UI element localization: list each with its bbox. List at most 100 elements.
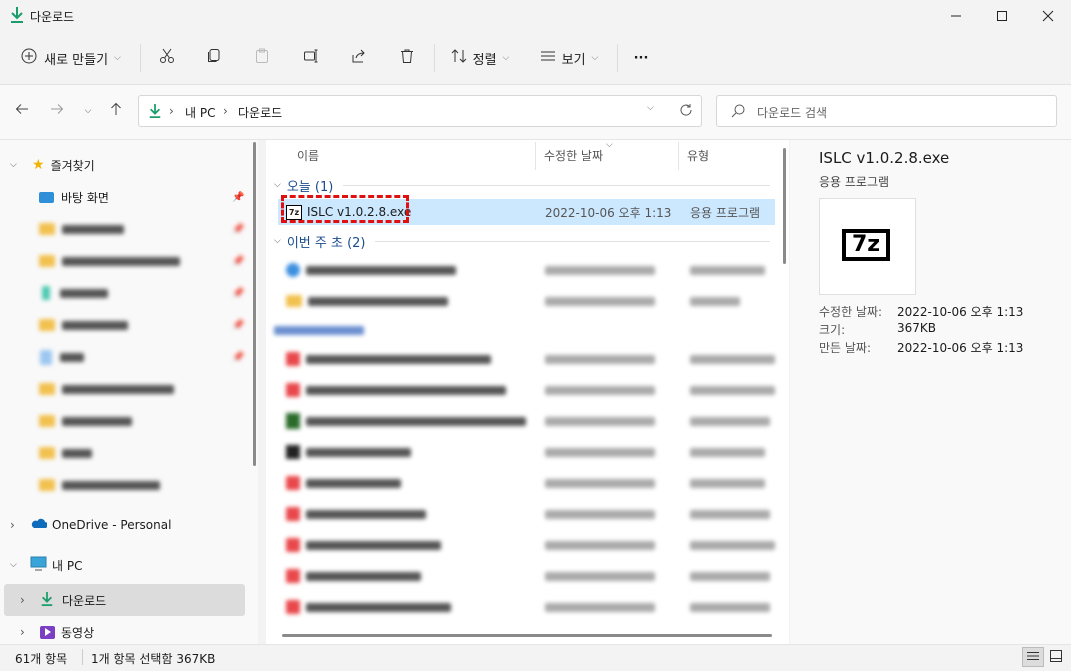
chevron-right-icon: › <box>10 518 15 532</box>
document-icon <box>40 349 52 365</box>
redacted-text <box>306 265 456 275</box>
up-button[interactable] <box>104 97 128 125</box>
sort-chevron-icon: ⌵ <box>606 140 613 150</box>
file-icon <box>286 538 300 552</box>
redacted-text <box>545 540 655 550</box>
redacted-text <box>690 540 775 550</box>
nav-item-blurred[interactable] <box>0 373 258 405</box>
group-header-this-week[interactable]: ⌵ 이번 주 초 (2) <box>274 231 770 251</box>
redacted-text <box>62 416 132 426</box>
address-bar[interactable]: › 내 PC › 다운로드 ⌵ <box>138 95 702 127</box>
nav-item-blurred[interactable]: 📌 <box>0 277 258 309</box>
file-icon <box>286 600 300 614</box>
column-divider <box>678 142 679 170</box>
search-icon <box>731 104 745 121</box>
refresh-icon[interactable] <box>679 103 693 120</box>
file-row-blurred[interactable] <box>278 408 776 434</box>
minimize-button[interactable] <box>933 0 979 32</box>
list-view-icon <box>540 48 556 68</box>
redacted-text <box>545 478 655 488</box>
redacted-text <box>545 571 655 581</box>
new-button[interactable]: 새로 만들기 ⌵ <box>14 42 128 74</box>
maximize-button[interactable] <box>979 0 1025 32</box>
file-row-blurred[interactable] <box>278 377 776 403</box>
forward-button[interactable] <box>45 97 69 125</box>
copy-button[interactable] <box>200 42 228 74</box>
redacted-text <box>306 478 401 488</box>
close-button[interactable] <box>1025 0 1071 32</box>
nav-item-blurred[interactable] <box>0 437 258 469</box>
detail-value-size: 367KB <box>897 321 937 335</box>
file-row-blurred[interactable] <box>278 532 776 558</box>
breadcrumb-separator-icon: › <box>223 104 228 118</box>
nav-item-blurred[interactable] <box>0 469 258 501</box>
download-icon <box>40 591 54 610</box>
nav-scrollbar[interactable] <box>252 140 258 644</box>
column-header-type[interactable]: 유형 <box>687 144 709 166</box>
arrow-left-icon <box>15 102 29 120</box>
download-icon <box>9 6 25 27</box>
details-view-button[interactable] <box>1022 647 1044 667</box>
nav-item-blurred[interactable]: 📌 <box>0 213 258 245</box>
nav-label: 내 PC <box>52 558 83 573</box>
redacted-text <box>62 256 180 266</box>
view-button[interactable]: 보기 ⌵ <box>531 42 607 74</box>
nav-item-downloads[interactable]: › 다운로드 <box>4 584 245 616</box>
breadcrumb-this-pc[interactable]: 내 PC <box>185 104 215 121</box>
recent-locations-button[interactable]: ⌵ <box>76 97 100 125</box>
redacted-text <box>62 224 124 234</box>
detail-label-modified: 수정한 날짜: <box>819 305 883 319</box>
nav-item-blurred[interactable] <box>0 405 258 437</box>
nav-label: 바탕 화면 <box>61 190 109 205</box>
folder-icon <box>39 447 55 459</box>
file-vertical-scrollbar[interactable] <box>783 144 788 264</box>
search-placeholder: 다운로드 검색 <box>757 106 828 120</box>
delete-button[interactable] <box>393 42 421 74</box>
column-divider <box>535 142 536 170</box>
file-icon <box>286 476 300 490</box>
file-row-blurred[interactable] <box>278 594 776 620</box>
scissors-icon <box>159 48 175 68</box>
redacted-text <box>690 447 765 457</box>
breadcrumb-downloads[interactable]: 다운로드 <box>238 104 282 121</box>
nav-label: 다운로드 <box>62 593 107 608</box>
nav-item-blurred[interactable]: 📌 <box>0 245 258 277</box>
search-box[interactable]: 다운로드 검색 <box>716 95 1057 127</box>
title-bar: 다운로드 <box>0 0 1071 32</box>
nav-item-desktop[interactable]: 바탕 화면 📌 <box>0 181 258 213</box>
file-row-blurred[interactable] <box>278 501 776 527</box>
share-button[interactable] <box>345 42 373 74</box>
nav-item-this-pc[interactable]: ⌵ 내 PC <box>0 549 258 581</box>
file-icon <box>286 263 300 277</box>
group-header-blurred[interactable] <box>274 320 394 340</box>
tiles-view-button[interactable] <box>1046 647 1066 667</box>
group-header-today[interactable]: ⌵ 오늘 (1) <box>274 175 770 195</box>
file-row-blurred[interactable] <box>278 439 776 465</box>
cut-button[interactable] <box>153 42 181 74</box>
redacted-text <box>545 447 655 457</box>
nav-item-blurred[interactable]: 📌 <box>0 309 258 341</box>
nav-item-blurred[interactable]: 📌 <box>0 341 258 373</box>
back-button[interactable] <box>10 97 34 125</box>
file-row-blurred[interactable] <box>278 470 776 496</box>
file-horizontal-scrollbar[interactable] <box>282 634 772 638</box>
paste-button[interactable] <box>248 42 276 74</box>
file-row-blurred[interactable] <box>278 257 776 283</box>
chevron-down-icon[interactable]: ⌵ <box>647 103 654 113</box>
nav-item-onedrive[interactable]: › OneDrive - Personal <box>0 509 258 541</box>
file-row-blurred[interactable] <box>278 563 776 589</box>
more-button[interactable]: ··· <box>626 42 656 74</box>
file-row-blurred[interactable] <box>278 346 776 372</box>
rename-button[interactable] <box>297 42 325 74</box>
column-header-name[interactable]: 이름 <box>297 144 319 166</box>
column-header-modified[interactable]: 수정한 날짜 <box>544 144 603 166</box>
folder-icon <box>39 479 55 491</box>
file-row-blurred[interactable] <box>278 288 776 314</box>
redacted-text <box>62 384 174 394</box>
sort-button[interactable]: 정렬 ⌵ <box>444 42 516 74</box>
group-label: 이번 주 초 (2) <box>286 235 366 251</box>
app-icon <box>42 286 50 300</box>
nav-item-quick-access[interactable]: ⌵ ★ 즐겨찾기 <box>0 149 258 181</box>
file-icon <box>286 352 300 366</box>
redacted-text <box>306 385 506 395</box>
